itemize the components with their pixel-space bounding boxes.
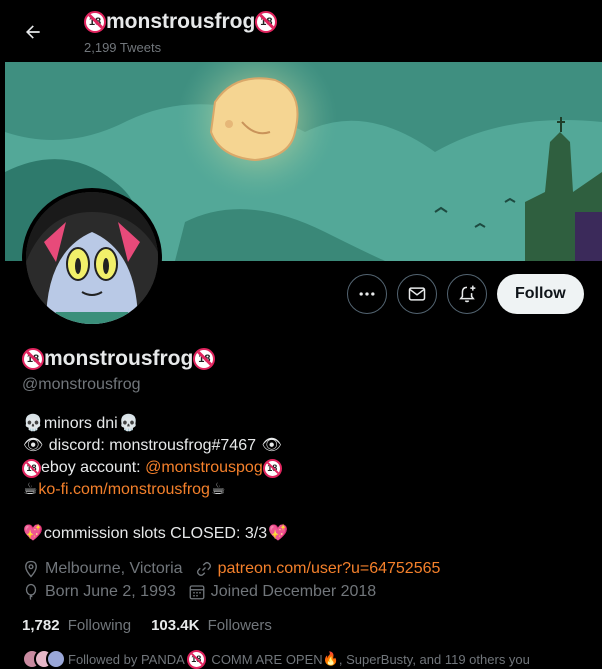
followers-count: 103.4K (151, 617, 200, 634)
skull-icon: 💀 (118, 415, 139, 432)
adult-content-badge-icon: 18 (255, 11, 278, 33)
arrow-left-icon (26, 25, 40, 39)
tweet-count: 2,199 Tweets (84, 40, 162, 55)
website-item: patreon.com/user?u=64752565 (195, 560, 441, 578)
following-label: Following (67, 617, 132, 634)
message-button[interactable] (397, 274, 437, 314)
fire-icon: 🔥 (322, 651, 339, 666)
avatar-image (26, 192, 158, 324)
mutual-avatar (46, 649, 66, 669)
bio-line-2-text: discord: monstrousfrog#7467 (44, 437, 261, 454)
bio-line-5-text: commission slots CLOSED: 3/3 (43, 525, 268, 542)
adult-content-badge-icon: 18 (262, 458, 282, 478)
followed-by-middle: COMM ARE OPEN (207, 651, 323, 667)
birthday-item: Born June 2, 1993 (22, 583, 176, 601)
follow-stats: 1,782 Following 103.4K Followers (22, 617, 272, 634)
followed-by-suffix: , SuperBusty, and 119 others you (338, 651, 530, 667)
followers-stat[interactable]: 103.4K Followers (151, 617, 272, 634)
website-link[interactable]: patreon.com/user?u=64752565 (218, 560, 441, 578)
eye-icon: 👁 (261, 437, 282, 454)
profile-actions: Follow (347, 274, 584, 314)
hot-beverage-icon: ☕ (210, 481, 226, 498)
back-button[interactable] (14, 13, 52, 51)
profile-display-name: 18 monstrousfrog 18 (22, 347, 216, 371)
following-stat[interactable]: 1,782 Following (22, 617, 131, 634)
followed-by-prefix: Followed by PANDA (68, 651, 185, 667)
eboy-account-link[interactable]: @monstrouspog (145, 457, 263, 479)
topbar-display-name: monstrousfrog (106, 10, 256, 33)
envelope-icon (408, 287, 426, 301)
followed-by[interactable]: Followed by PANDA 18 COMM ARE OPEN 🔥 , S… (22, 648, 530, 669)
profile-meta: Melbourne, Victoria patreon.com/user?u=6… (22, 557, 582, 603)
bell-plus-icon (459, 285, 476, 303)
location-pin-icon (25, 560, 37, 578)
adult-content-badge-icon: 18 (193, 348, 216, 370)
bio-spacer (22, 501, 582, 523)
adult-content-badge-icon: 18 (186, 649, 206, 669)
joined-text: Joined December 2018 (210, 582, 377, 600)
following-count: 1,782 (22, 617, 60, 634)
notify-button[interactable] (447, 274, 487, 314)
topbar-title: 18 monstrousfrog 18 (84, 10, 278, 34)
followers-label: Followers (207, 617, 272, 634)
calendar-icon (189, 584, 205, 599)
profile-handle: @monstrousfrog (22, 376, 141, 393)
location-text: Melbourne, Victoria (45, 559, 183, 577)
location-item: Melbourne, Victoria (22, 560, 183, 578)
bio-line-3: 18 eboy account: @monstrouspog 18 (22, 457, 582, 479)
sparkling-heart-icon: 💖 (23, 525, 43, 542)
bio-line-1-text: minors dni (43, 415, 118, 432)
profile-bio: 💀 minors dni 💀 👁 discord: monstrousfrog#… (22, 413, 582, 545)
bio-line-5: 💖 commission slots CLOSED: 3/3 💖 (22, 523, 582, 545)
bio-line-3-prefix: eboy account: (41, 459, 146, 476)
sparkling-heart-icon: 💖 (268, 525, 289, 542)
more-dots-icon (359, 292, 375, 296)
skull-icon: 💀 (23, 415, 43, 432)
profile-name-text: monstrousfrog (44, 347, 194, 370)
adult-content-badge-icon: 18 (84, 11, 106, 33)
follow-button[interactable]: Follow (497, 274, 584, 314)
more-button[interactable] (347, 274, 387, 314)
kofi-link[interactable]: ko-fi.com/monstrousfrog (38, 479, 210, 501)
link-icon (196, 561, 211, 576)
bio-line-1: 💀 minors dni 💀 (22, 413, 582, 435)
birthday-text: Born June 2, 1993 (45, 582, 176, 600)
profile-avatar[interactable] (22, 188, 162, 328)
adult-content-badge-icon: 18 (22, 458, 41, 478)
hot-beverage-icon: ☕ (23, 481, 38, 498)
joined-item: Joined December 2018 (188, 583, 376, 601)
adult-content-badge-icon: 18 (22, 348, 44, 370)
mutual-avatars (22, 649, 66, 669)
balloon-icon (25, 583, 37, 600)
bio-line-2: 👁 discord: monstrousfrog#7467 👁 (22, 435, 582, 457)
eye-icon: 👁 (23, 437, 44, 454)
bio-line-4: ☕ ko-fi.com/monstrousfrog ☕ (22, 479, 582, 501)
top-bar: 18 monstrousfrog 18 2,199 Tweets (0, 0, 602, 62)
